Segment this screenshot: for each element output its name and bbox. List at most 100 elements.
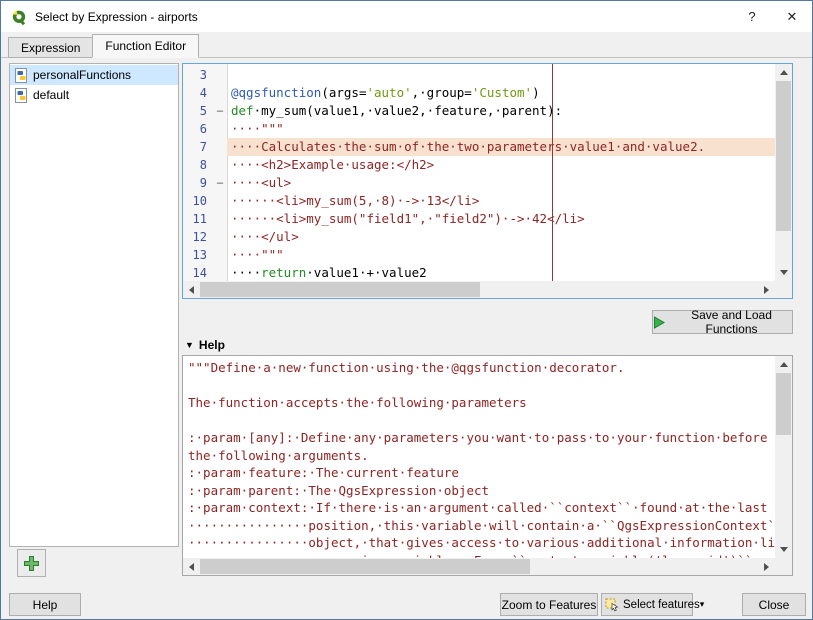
fold-marker[interactable]: − bbox=[213, 174, 227, 192]
help-hscroll-thumb[interactable] bbox=[200, 559, 530, 574]
code-line-11[interactable]: 11 ······<li>my_sum("field1",·"field2")·-… bbox=[183, 210, 775, 228]
code-line-8[interactable]: 8 ····<h2>Example·usage:</h2> bbox=[183, 156, 775, 174]
line-number: 3 bbox=[183, 66, 213, 84]
help-section-header[interactable]: ▼ Help bbox=[185, 337, 225, 353]
help-line: """Define·a·new·function·using·the·@qgsf… bbox=[188, 359, 775, 377]
line-number: 9 bbox=[183, 174, 213, 192]
select-features-label: Select features bbox=[623, 599, 700, 611]
line-number: 7 bbox=[183, 138, 213, 156]
close-icon[interactable]: ✕ bbox=[772, 1, 812, 32]
help-line: ················position,·this·variable·… bbox=[188, 517, 775, 535]
line-number: 8 bbox=[183, 156, 213, 174]
close-dialog-button[interactable]: Close bbox=[742, 593, 806, 616]
line-number: 14 bbox=[183, 264, 213, 281]
function-name-label: personalFunctions bbox=[33, 68, 131, 82]
fold-margin bbox=[213, 210, 227, 228]
qgis-logo-icon bbox=[10, 8, 28, 26]
fold-marker[interactable]: − bbox=[213, 102, 227, 120]
code-text: @qgsfunction(args='auto',·group='Custom'… bbox=[227, 84, 775, 102]
help-text: """Define·a·new·function·using·the·@qgsf… bbox=[183, 356, 775, 558]
scroll-down-icon[interactable] bbox=[775, 541, 792, 558]
titlebar-help-button[interactable]: ? bbox=[732, 1, 772, 32]
line-number: 6 bbox=[183, 120, 213, 138]
line-number: 12 bbox=[183, 228, 213, 246]
code-text: ····</ul> bbox=[227, 228, 775, 246]
code-text: ······<li>my_sum("field1",·"field2")·->·… bbox=[227, 210, 775, 228]
scroll-down-icon[interactable] bbox=[775, 264, 792, 281]
code-line-3[interactable]: 3 bbox=[183, 66, 775, 84]
help-section-title: Help bbox=[199, 338, 225, 352]
zoom-to-features-button[interactable]: Zoom to Features bbox=[500, 593, 598, 616]
help-horizontal-scrollbar[interactable] bbox=[183, 558, 775, 575]
editor-hscroll-thumb[interactable] bbox=[200, 282, 480, 297]
code-line-13[interactable]: 13····""" bbox=[183, 246, 775, 264]
function-list[interactable]: personalFunctions default bbox=[9, 63, 179, 547]
plus-icon bbox=[23, 555, 40, 572]
help-line: The·function·accepts·the·following·param… bbox=[188, 394, 775, 412]
scroll-right-icon[interactable] bbox=[758, 281, 775, 298]
editor-vscroll-thumb[interactable] bbox=[776, 81, 791, 231]
function-name-label: default bbox=[33, 88, 69, 102]
python-file-icon bbox=[13, 87, 29, 103]
fold-margin bbox=[213, 120, 227, 138]
select-by-expression-dialog: Select by Expression - airports ? ✕ Expr… bbox=[0, 0, 813, 620]
scrollbar-corner bbox=[775, 558, 792, 575]
fold-margin bbox=[213, 264, 227, 281]
code-text: def·my_sum(value1,·value2,·feature,·pare… bbox=[227, 102, 775, 120]
window-title: Select by Expression - airports bbox=[35, 10, 198, 24]
tab-bar: ExpressionFunction Editor bbox=[8, 34, 198, 58]
code-line-10[interactable]: 10 ······<li>my_sum(5,·8)·->·13</li> bbox=[183, 192, 775, 210]
fold-margin bbox=[213, 138, 227, 156]
titlebar: Select by Expression - airports ? ✕ bbox=[1, 1, 812, 32]
code-line-5[interactable]: 5−def·my_sum(value1,·value2,·feature,·pa… bbox=[183, 102, 775, 120]
code-lines[interactable]: 34 @qgsfunction(args='auto',·group='Custo… bbox=[183, 64, 775, 281]
tab-function-editor[interactable]: Function Editor bbox=[92, 34, 199, 58]
code-line-6[interactable]: 6····""" bbox=[183, 120, 775, 138]
help-line bbox=[188, 377, 775, 395]
line-number: 10 bbox=[183, 192, 213, 210]
scroll-up-icon[interactable] bbox=[775, 356, 792, 373]
help-vscroll-thumb[interactable] bbox=[776, 373, 791, 435]
scroll-right-icon[interactable] bbox=[758, 558, 775, 575]
code-text bbox=[227, 66, 775, 84]
line-number: 5 bbox=[183, 102, 213, 120]
code-line-9[interactable]: 9−····<ul> bbox=[183, 174, 775, 192]
help-line: :·param·feature:·The·current·feature bbox=[188, 464, 775, 482]
scroll-up-icon[interactable] bbox=[775, 64, 792, 81]
help-line: :·param·parent:·The·QgsExpression·object bbox=[188, 482, 775, 500]
code-editor[interactable]: 34 @qgsfunction(args='auto',·group='Custo… bbox=[182, 63, 793, 299]
code-text: ······<li>my_sum(5,·8)·->·13</li> bbox=[227, 192, 775, 210]
scroll-left-icon[interactable] bbox=[183, 281, 200, 298]
function-list-item-personalFunctions[interactable]: personalFunctions bbox=[10, 65, 178, 85]
editor-horizontal-scrollbar[interactable] bbox=[183, 281, 775, 298]
edge-column-marker bbox=[552, 64, 553, 281]
code-line-4[interactable]: 4 @qgsfunction(args='auto',·group='Custom… bbox=[183, 84, 775, 102]
function-list-item-default[interactable]: default bbox=[10, 85, 178, 105]
code-line-14[interactable]: 14····return·value1·+·value2 bbox=[183, 264, 775, 281]
help-vertical-scrollbar[interactable] bbox=[775, 356, 792, 558]
add-function-button[interactable] bbox=[17, 549, 46, 577]
code-text: ····<h2>Example·usage:</h2> bbox=[227, 156, 775, 174]
line-number: 4 bbox=[183, 84, 213, 102]
fold-margin bbox=[213, 156, 227, 174]
help-line: the·following·arguments. bbox=[188, 447, 775, 465]
fold-margin bbox=[213, 192, 227, 210]
save-and-load-functions-button[interactable]: Save and Load Functions bbox=[652, 310, 793, 334]
save-button-label: Save and Load Functions bbox=[671, 308, 792, 336]
code-line-12[interactable]: 12 ····</ul> bbox=[183, 228, 775, 246]
fold-margin bbox=[213, 228, 227, 246]
editor-vertical-scrollbar[interactable] bbox=[775, 64, 792, 281]
tab-expression[interactable]: Expression bbox=[8, 37, 93, 58]
help-button[interactable]: Help bbox=[9, 593, 81, 616]
scroll-left-icon[interactable] bbox=[183, 558, 200, 575]
select-features-button[interactable]: Select features ▾ bbox=[601, 593, 693, 616]
collapse-triangle-icon[interactable]: ▼ bbox=[185, 341, 194, 350]
dropdown-arrow-icon[interactable]: ▾ bbox=[700, 599, 705, 610]
select-features-icon bbox=[605, 598, 619, 612]
code-line-7[interactable]: 7 ····Calculates·the·sum·of·the·two·param… bbox=[183, 138, 775, 156]
line-number: 13 bbox=[183, 246, 213, 264]
help-panel[interactable]: """Define·a·new·function·using·the·@qgsf… bbox=[182, 355, 793, 576]
code-text: ····Calculates·the·sum·of·the·two·parame… bbox=[227, 138, 775, 156]
line-number: 11 bbox=[183, 210, 213, 228]
fold-margin bbox=[213, 66, 227, 84]
